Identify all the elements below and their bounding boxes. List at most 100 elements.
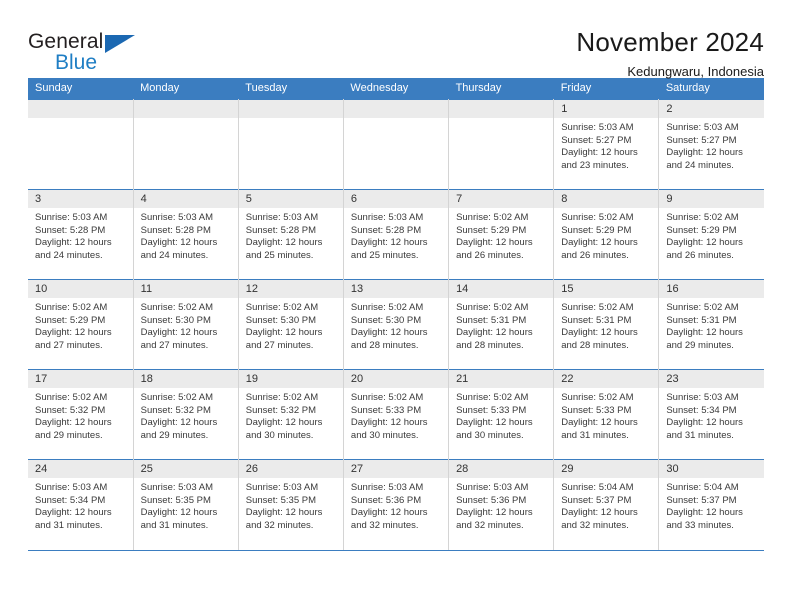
sunset-text: Sunset: 5:35 PM (245, 494, 317, 506)
day-details: Sunrise: 5:02 AM Sunset: 5:29 PM Dayligh… (28, 298, 133, 352)
logo-text-blue: Blue (55, 51, 98, 74)
day-cell[interactable]: 16 Sunrise: 5:02 AM Sunset: 5:31 PM Dayl… (658, 279, 764, 370)
daylight-text-line2: and 28 minutes. (456, 339, 524, 351)
calendar-bottom-rule (28, 549, 764, 551)
day-number: 29 (554, 460, 659, 478)
day-number: 20 (343, 370, 449, 388)
day-details: Sunrise: 5:04 AM Sunset: 5:37 PM Dayligh… (554, 478, 658, 532)
daylight-text-line2: and 27 minutes. (140, 339, 209, 351)
daylight-text-line2: and 32 minutes. (456, 519, 524, 531)
daylight-text-line2: and 23 minutes. (561, 159, 629, 171)
day-details: Sunrise: 5:03 AM Sunset: 5:28 PM Dayligh… (134, 208, 238, 262)
day-number: 13 (343, 280, 449, 298)
daylight-text-line2: and 24 minutes. (140, 249, 209, 261)
daylight-text-line2: and 30 minutes. (245, 429, 314, 441)
daylight-text-line2: and 31 minutes. (666, 429, 734, 441)
day-number: 15 (554, 280, 659, 298)
sunrise-text: Sunrise: 5:03 AM (666, 122, 739, 133)
sunrise-text: Sunrise: 5:02 AM (245, 392, 319, 403)
sunset-text: Sunset: 5:32 PM (35, 404, 106, 416)
day-cell[interactable]: 12 Sunrise: 5:02 AM Sunset: 5:30 PM Dayl… (238, 279, 344, 370)
daylight-text-line1: Daylight: 12 hours (666, 507, 743, 519)
day-number: 19 (238, 370, 343, 388)
daylight-text-line1: Daylight: 12 hours (666, 417, 743, 429)
day-number: 4 (133, 190, 238, 208)
day-cell[interactable]: 8 Sunrise: 5:02 AM Sunset: 5:29 PM Dayli… (553, 189, 660, 280)
day-cell[interactable]: 18 Sunrise: 5:02 AM Sunset: 5:32 PM Dayl… (133, 369, 239, 460)
day-details: Sunrise: 5:03 AM Sunset: 5:27 PM Dayligh… (659, 118, 764, 172)
daylight-text-line1: Daylight: 12 hours (35, 417, 112, 429)
day-details: Sunrise: 5:03 AM Sunset: 5:35 PM Dayligh… (239, 478, 343, 532)
sunset-text: Sunset: 5:31 PM (456, 314, 527, 326)
day-cell[interactable]: 2 Sunrise: 5:03 AM Sunset: 5:27 PM Dayli… (658, 99, 764, 190)
day-cell-empty (448, 99, 555, 190)
sunset-text: Sunset: 5:36 PM (350, 494, 422, 506)
day-cell[interactable]: 7 Sunrise: 5:02 AM Sunset: 5:29 PM Dayli… (448, 189, 555, 280)
sunrise-text: Sunrise: 5:03 AM (350, 482, 424, 493)
day-number: 26 (238, 460, 343, 478)
sunset-text: Sunset: 5:32 PM (140, 404, 211, 416)
day-cell[interactable]: 13 Sunrise: 5:02 AM Sunset: 5:30 PM Dayl… (343, 279, 450, 370)
day-cell[interactable]: 22 Sunrise: 5:02 AM Sunset: 5:33 PM Dayl… (553, 369, 660, 460)
sunset-text: Sunset: 5:29 PM (666, 224, 737, 236)
day-cell[interactable]: 29 Sunrise: 5:04 AM Sunset: 5:37 PM Dayl… (553, 459, 660, 550)
day-cell[interactable]: 6 Sunrise: 5:03 AM Sunset: 5:28 PM Dayli… (343, 189, 450, 280)
day-cell[interactable]: 30 Sunrise: 5:04 AM Sunset: 5:37 PM Dayl… (658, 459, 764, 550)
daylight-text-line2: and 32 minutes. (350, 519, 419, 531)
day-cell[interactable]: 14 Sunrise: 5:02 AM Sunset: 5:31 PM Dayl… (448, 279, 555, 370)
day-cell[interactable]: 11 Sunrise: 5:02 AM Sunset: 5:30 PM Dayl… (133, 279, 239, 370)
day-number: 12 (238, 280, 343, 298)
day-cell[interactable]: 10 Sunrise: 5:02 AM Sunset: 5:29 PM Dayl… (28, 279, 134, 370)
day-number: 3 (28, 190, 133, 208)
sunrise-text: Sunrise: 5:02 AM (245, 302, 319, 313)
day-cell-empty (133, 99, 239, 190)
generalblue-logo[interactable]: General Blue (28, 26, 148, 78)
day-number: 24 (28, 460, 133, 478)
day-cell[interactable]: 17 Sunrise: 5:02 AM Sunset: 5:32 PM Dayl… (28, 369, 134, 460)
daylight-text-line1: Daylight: 12 hours (456, 237, 533, 249)
sunset-text: Sunset: 5:29 PM (561, 224, 632, 236)
daylight-text-line2: and 27 minutes. (245, 339, 314, 351)
sunrise-text: Sunrise: 5:03 AM (245, 482, 319, 493)
daylight-text-line1: Daylight: 12 hours (561, 237, 638, 249)
sunset-text: Sunset: 5:31 PM (561, 314, 632, 326)
day-details: Sunrise: 5:03 AM Sunset: 5:34 PM Dayligh… (659, 388, 764, 442)
day-cell[interactable]: 23 Sunrise: 5:03 AM Sunset: 5:34 PM Dayl… (658, 369, 764, 460)
week-row: 10 Sunrise: 5:02 AM Sunset: 5:29 PM Dayl… (28, 279, 764, 370)
sunrise-text: Sunrise: 5:03 AM (35, 212, 108, 223)
day-details: Sunrise: 5:03 AM Sunset: 5:27 PM Dayligh… (554, 118, 658, 172)
day-cell[interactable]: 19 Sunrise: 5:02 AM Sunset: 5:32 PM Dayl… (238, 369, 344, 460)
day-cell[interactable]: 25 Sunrise: 5:03 AM Sunset: 5:35 PM Dayl… (133, 459, 239, 550)
daylight-text-line2: and 25 minutes. (245, 249, 314, 261)
day-cell[interactable]: 1 Sunrise: 5:03 AM Sunset: 5:27 PM Dayli… (553, 99, 660, 190)
day-number: 8 (554, 190, 659, 208)
day-cell[interactable]: 15 Sunrise: 5:02 AM Sunset: 5:31 PM Dayl… (553, 279, 660, 370)
day-cell[interactable]: 26 Sunrise: 5:03 AM Sunset: 5:35 PM Dayl… (238, 459, 344, 550)
day-details: Sunrise: 5:02 AM Sunset: 5:30 PM Dayligh… (344, 298, 448, 352)
day-details: Sunrise: 5:02 AM Sunset: 5:33 PM Dayligh… (344, 388, 448, 442)
day-details: Sunrise: 5:02 AM Sunset: 5:31 PM Dayligh… (659, 298, 764, 352)
day-cell[interactable]: 3 Sunrise: 5:03 AM Sunset: 5:28 PM Dayli… (28, 189, 134, 280)
day-details: Sunrise: 5:02 AM Sunset: 5:29 PM Dayligh… (449, 208, 553, 262)
day-cell[interactable]: 21 Sunrise: 5:02 AM Sunset: 5:33 PM Dayl… (448, 369, 555, 460)
day-details: Sunrise: 5:03 AM Sunset: 5:36 PM Dayligh… (344, 478, 448, 532)
day-number: 14 (449, 280, 554, 298)
sunrise-text: Sunrise: 5:03 AM (245, 212, 319, 223)
day-cell[interactable]: 24 Sunrise: 5:03 AM Sunset: 5:34 PM Dayl… (28, 459, 134, 550)
day-details: Sunrise: 5:03 AM Sunset: 5:35 PM Dayligh… (134, 478, 238, 532)
sunset-text: Sunset: 5:30 PM (245, 314, 317, 326)
daylight-text-line2: and 28 minutes. (561, 339, 629, 351)
sunset-text: Sunset: 5:33 PM (456, 404, 527, 416)
day-cell-empty (28, 99, 134, 190)
day-cell[interactable]: 4 Sunrise: 5:03 AM Sunset: 5:28 PM Dayli… (133, 189, 239, 280)
day-cell[interactable]: 9 Sunrise: 5:02 AM Sunset: 5:29 PM Dayli… (658, 189, 764, 280)
sunrise-text: Sunrise: 5:03 AM (350, 212, 424, 223)
day-cell[interactable]: 27 Sunrise: 5:03 AM Sunset: 5:36 PM Dayl… (343, 459, 450, 550)
daylight-text-line1: Daylight: 12 hours (350, 327, 428, 339)
sunset-text: Sunset: 5:34 PM (35, 494, 106, 506)
day-cell[interactable]: 5 Sunrise: 5:03 AM Sunset: 5:28 PM Dayli… (238, 189, 344, 280)
day-number: 16 (659, 280, 764, 298)
day-cell[interactable]: 20 Sunrise: 5:02 AM Sunset: 5:33 PM Dayl… (343, 369, 450, 460)
daylight-text-line1: Daylight: 12 hours (35, 327, 112, 339)
day-cell[interactable]: 28 Sunrise: 5:03 AM Sunset: 5:36 PM Dayl… (448, 459, 555, 550)
